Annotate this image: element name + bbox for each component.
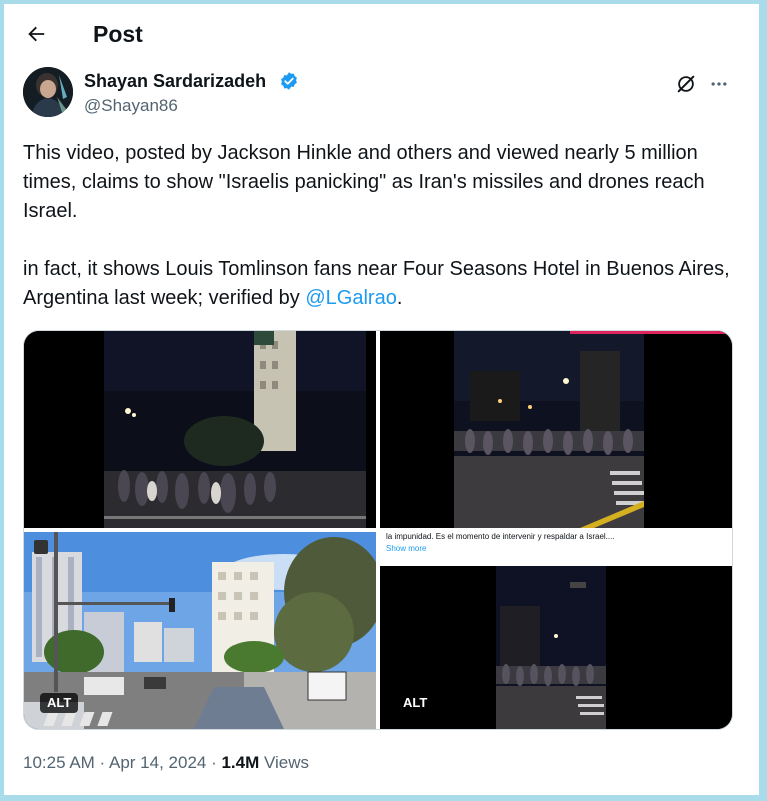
post-paragraph-2: in fact, it shows Louis Tomlinson fans n… <box>23 255 738 313</box>
author-name[interactable]: Shayan Sardarizadeh <box>84 70 266 92</box>
grok-button[interactable] <box>672 70 700 98</box>
top-bar: Post <box>4 4 759 60</box>
back-arrow-icon <box>28 26 45 42</box>
avatar[interactable] <box>23 67 73 117</box>
avatar-image <box>23 67 73 117</box>
post-paragraph-1: This video, posted by Jackson Hinkle and… <box>23 142 705 222</box>
more-icon <box>711 82 727 86</box>
post-page: Post Shayan Sardarizadeh @Shayan86 This … <box>4 4 759 795</box>
page-title: Post <box>93 21 143 47</box>
video-frame-1 <box>24 331 376 528</box>
media-grid: ALT la impunidad. Es el momento de inter… <box>23 330 733 730</box>
grok-icon <box>677 75 695 93</box>
more-button[interactable] <box>705 70 733 98</box>
post-paragraph-2-end: . <box>396 287 403 309</box>
meta-separator-1: · <box>94 753 109 772</box>
media-video-2[interactable] <box>380 331 732 528</box>
alt-badge-screenshot[interactable]: ALT <box>396 693 435 713</box>
author-handle[interactable]: @Shayan86 <box>84 95 178 117</box>
screenshot-show-more: Show more <box>386 544 427 553</box>
alt-badge-street-view[interactable]: ALT <box>40 693 79 713</box>
verified-badge-icon <box>281 72 297 90</box>
media-image-screenshot[interactable]: la impunidad. Es el momento de interveni… <box>380 532 732 729</box>
media-video-1[interactable] <box>24 331 376 528</box>
back-button[interactable] <box>18 16 54 52</box>
meta-separator-2: · <box>206 753 222 772</box>
post-date[interactable]: Apr 14, 2024 <box>109 753 206 772</box>
post-time[interactable]: 10:25 AM <box>23 753 95 772</box>
post-text: This video, posted by Jackson Hinkle and… <box>23 139 738 313</box>
media-image-street-view[interactable]: ALT <box>24 532 376 729</box>
views-label: Views <box>259 753 310 772</box>
video-frame-2 <box>380 331 732 528</box>
screenshot-caption: la impunidad. Es el momento de interveni… <box>380 532 732 566</box>
mention-link[interactable]: @LGalrao <box>305 287 396 309</box>
views-count: 1.4M <box>221 753 260 772</box>
post-meta: 10:25 AM · Apr 14, 2024 · 1.4M Views <box>23 752 309 774</box>
screenshot-caption-text: la impunidad. Es el momento de interveni… <box>386 532 615 541</box>
